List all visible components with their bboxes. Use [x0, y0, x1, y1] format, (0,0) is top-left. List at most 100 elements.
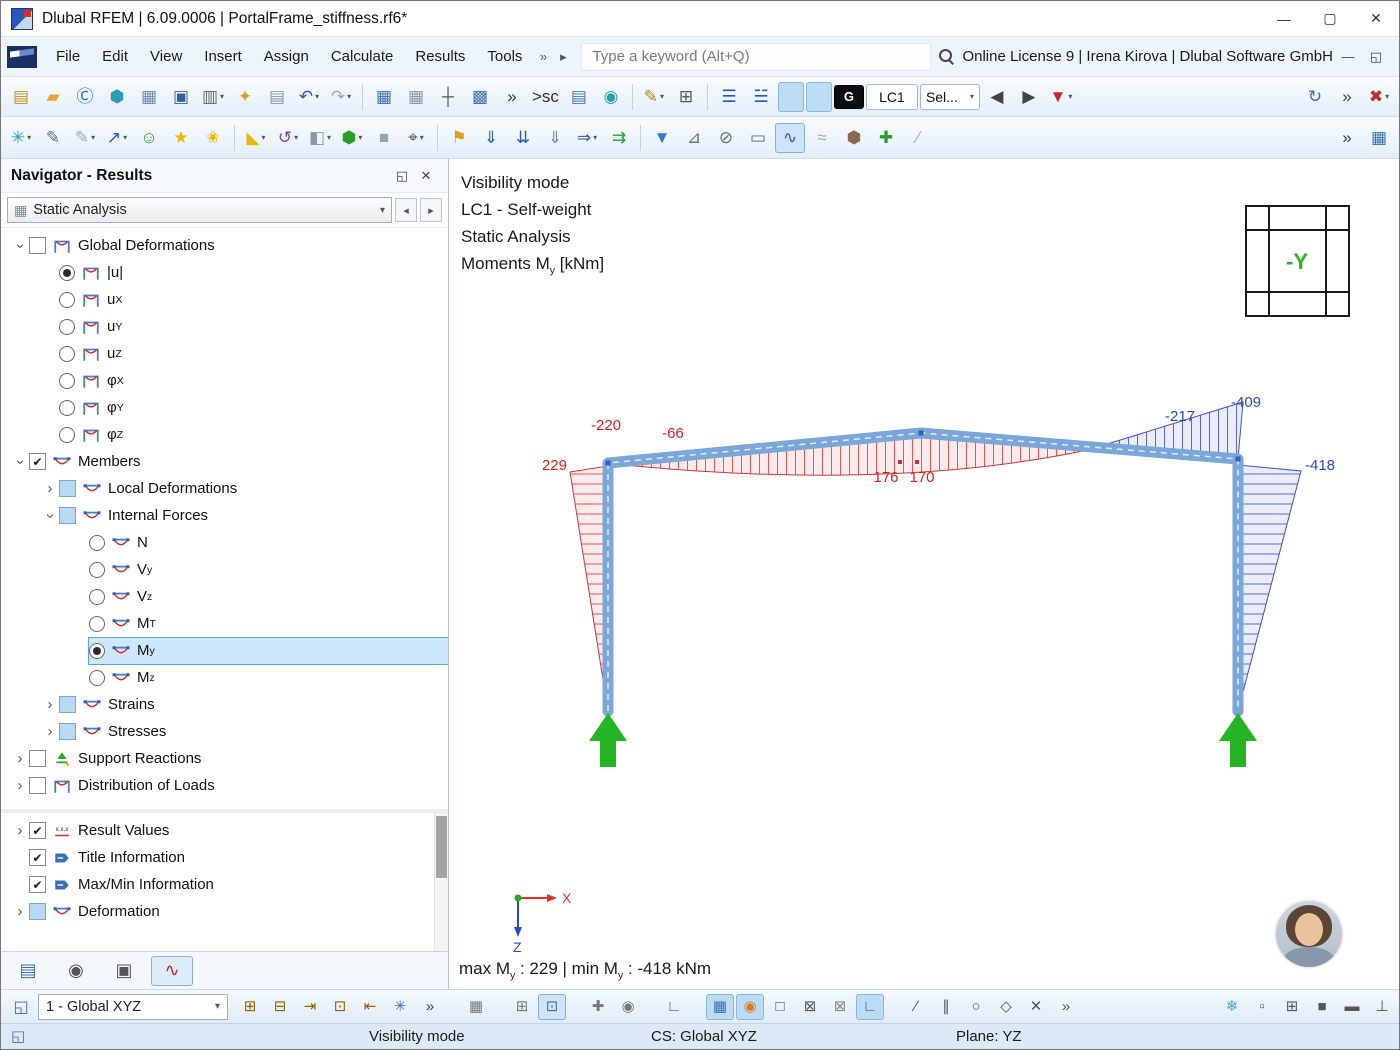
- new-block-button[interactable]: ⬢▾: [337, 123, 367, 153]
- tree-item-support-reactions[interactable]: ›Support Reactions: [1, 745, 448, 772]
- tree-item-label[interactable]: M: [137, 669, 150, 686]
- draw-polyline-button[interactable]: ✎▾: [70, 123, 100, 153]
- checkbox[interactable]: [29, 822, 46, 839]
- gray-block-button[interactable]: ■: [369, 123, 399, 153]
- grid-display-button[interactable]: ▦: [462, 994, 490, 1020]
- tree-item-label[interactable]: Global Deformations: [78, 237, 215, 254]
- tree-item-u[interactable]: |u|: [1, 259, 448, 286]
- section-line-button[interactable]: ∕: [903, 123, 933, 153]
- checkbox[interactable]: [59, 723, 76, 740]
- tree-item-deformation[interactable]: ›Deformation: [1, 898, 448, 925]
- chevron-right-icon[interactable]: ›: [11, 822, 29, 840]
- open-model-button[interactable]: ▰: [38, 82, 68, 112]
- units-settings-button[interactable]: ⊞: [671, 82, 701, 112]
- printout-report-button[interactable]: ▤: [564, 82, 594, 112]
- history-forward-button[interactable]: ▸: [420, 198, 442, 222]
- workplane-back-button[interactable]: ⇤: [356, 994, 384, 1020]
- tree-item-label[interactable]: M: [137, 642, 150, 659]
- checkbox[interactable]: [29, 849, 46, 866]
- tree-item-label[interactable]: Title Information: [78, 849, 185, 866]
- navigator-tab-data[interactable]: ▤: [7, 956, 49, 986]
- license-search-icon[interactable]: [939, 49, 954, 64]
- materials-button[interactable]: ☺: [134, 123, 164, 153]
- web-services-button[interactable]: ◉: [596, 82, 626, 112]
- checkbox[interactable]: [29, 903, 46, 920]
- scrollbar-thumb[interactable]: [436, 816, 447, 878]
- minimize-ribbon-icon[interactable]: —: [1335, 44, 1361, 70]
- tree-item-label[interactable]: V: [137, 561, 147, 578]
- chevron-right-icon[interactable]: ›: [11, 903, 29, 921]
- menu-assign[interactable]: Assign: [253, 37, 320, 77]
- coordinate-system-select[interactable]: 1 - Global XYZ ▾: [38, 994, 228, 1020]
- minimize-button[interactable]: —: [1261, 1, 1307, 36]
- minus-tool-button[interactable]: ▬: [1338, 994, 1366, 1020]
- tree-item-members[interactable]: ›Members: [1, 448, 448, 475]
- member-load-button[interactable]: ⇊: [508, 123, 538, 153]
- table-layout-button[interactable]: ▦: [1364, 123, 1394, 153]
- tree-item-global-deformations[interactable]: › Global Deformations: [1, 232, 448, 259]
- tree-item-label[interactable]: φ: [107, 399, 117, 416]
- sections-favorites-button[interactable]: ★: [166, 123, 196, 153]
- tree-item-title-information[interactable]: Title Information: [1, 844, 448, 871]
- toolbar-overflow-1-button[interactable]: »: [1332, 82, 1362, 112]
- snap-objects-button[interactable]: ◉: [614, 994, 642, 1020]
- delete-all-results-button[interactable]: ✖▾: [1364, 82, 1394, 112]
- chevron-right-icon[interactable]: ›: [41, 480, 59, 498]
- new-opening-button[interactable]: ↺▾: [273, 123, 303, 153]
- corner-snap-button[interactable]: ∟: [856, 994, 884, 1020]
- tree-item-label[interactable]: φ: [107, 372, 117, 389]
- tree-item-internal-forces[interactable]: ›Internal Forces: [1, 502, 448, 529]
- tree-item-label[interactable]: Members: [78, 453, 141, 470]
- float-panel-icon[interactable]: ◱: [390, 164, 414, 188]
- chevron-down-icon[interactable]: ›: [11, 237, 29, 255]
- generate-combinations-button[interactable]: G: [834, 85, 864, 109]
- checkbox[interactable]: [29, 876, 46, 893]
- dashed-box-button[interactable]: ▫: [1248, 994, 1276, 1020]
- circle-draw-button[interactable]: ○: [962, 994, 990, 1020]
- tree-item-label[interactable]: Support Reactions: [78, 750, 201, 767]
- menu-insert[interactable]: Insert: [193, 37, 253, 77]
- radio-button[interactable]: [89, 589, 105, 605]
- polygon-draw-button[interactable]: ◇: [992, 994, 1020, 1020]
- user-avatar[interactable]: [1276, 901, 1342, 967]
- tree-item-label[interactable]: u: [107, 291, 115, 308]
- chevron-right-icon[interactable]: ›: [11, 777, 29, 795]
- search-input[interactable]: [581, 43, 931, 71]
- grid-snap-button[interactable]: ⊞: [508, 994, 536, 1020]
- previous-load-case-button[interactable]: ◀: [982, 82, 1012, 112]
- tree-item-uz[interactable]: uZ: [1, 340, 448, 367]
- workplane-move-button[interactable]: ⇥: [296, 994, 324, 1020]
- radio-button[interactable]: [59, 265, 75, 281]
- tree-item-ux[interactable]: uX: [1, 286, 448, 313]
- script-console-button[interactable]: >sc: [529, 82, 562, 112]
- undo-button[interactable]: ↶▾: [294, 82, 324, 112]
- load-cases-manager-button[interactable]: ☰: [714, 82, 744, 112]
- chevron-right-icon[interactable]: ›: [41, 696, 59, 714]
- toggle-envelope-1-button[interactable]: [778, 82, 804, 112]
- scrollbar[interactable]: [434, 813, 448, 951]
- tree-item-label[interactable]: u: [107, 345, 115, 362]
- cross-tool-button[interactable]: ✕: [1022, 994, 1050, 1020]
- tree-item-mz[interactable]: Mz: [1, 664, 448, 691]
- tree-item-label[interactable]: Max/Min Information: [78, 876, 214, 893]
- radio-button[interactable]: [59, 400, 75, 416]
- import-model-button[interactable]: ⬢: [102, 82, 132, 112]
- tree-item-max-min-information[interactable]: Max/Min Information: [1, 871, 448, 898]
- checkbox[interactable]: [59, 696, 76, 713]
- tree-item-label[interactable]: Distribution of Loads: [78, 777, 215, 794]
- toggle-envelope-2-button[interactable]: [806, 82, 832, 112]
- radio-button[interactable]: [59, 292, 75, 308]
- dock-panel-button[interactable]: ⊥: [1368, 994, 1396, 1020]
- tree-item-n[interactable]: N: [1, 529, 448, 556]
- imposed-displacement-button[interactable]: ⇉: [604, 123, 634, 153]
- rotate-view-button[interactable]: ↻: [1300, 82, 1330, 112]
- ortho-corner-button[interactable]: ∟: [660, 994, 688, 1020]
- print-button[interactable]: ▥▾: [198, 82, 228, 112]
- menu-next-icon[interactable]: ▸: [553, 43, 573, 71]
- new-surface-button[interactable]: ◣▾: [241, 123, 271, 153]
- navigator-toggle-button[interactable]: ▦: [369, 82, 399, 112]
- print-graphic-button[interactable]: ▦: [134, 82, 164, 112]
- nodal-support-button[interactable]: ⚑: [444, 123, 474, 153]
- menu-tools[interactable]: Tools: [476, 37, 533, 77]
- new-solid-button[interactable]: ◧▾: [305, 123, 335, 153]
